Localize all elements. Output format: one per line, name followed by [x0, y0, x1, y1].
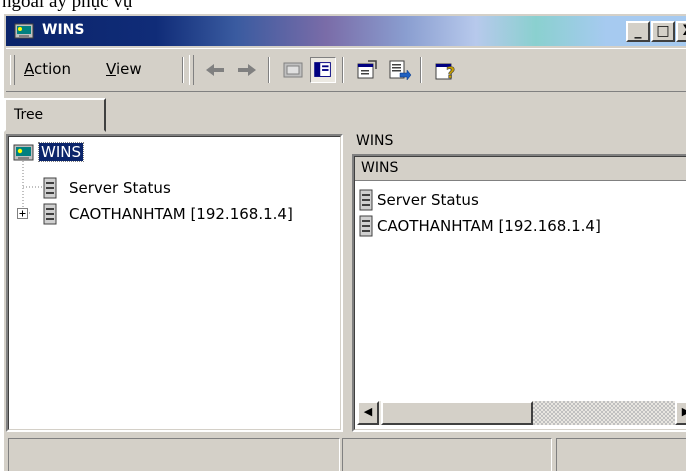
status-cell-3	[556, 438, 686, 471]
status-cell-2	[342, 438, 552, 471]
horizontal-scrollbar[interactable]: ◀ ▶	[357, 401, 686, 425]
caption-text: ngoài ấy phục vụ	[2, 0, 133, 12]
close-button[interactable]: X	[676, 21, 686, 42]
toolbar-separator	[182, 57, 184, 83]
tree-item-server-status[interactable]: Server Status	[69, 179, 171, 197]
details-header: WINS	[356, 133, 394, 149]
caption-strip: ngoài ấy phục vụ	[0, 0, 686, 12]
mmc-window: WINS _ □ X Action View	[2, 12, 686, 471]
tab-tree[interactable]: Tree	[4, 98, 106, 132]
status-bar	[4, 434, 686, 471]
scroll-track[interactable]	[533, 401, 686, 425]
toolbar-separator	[342, 57, 344, 83]
menu-action[interactable]: Action	[24, 60, 71, 78]
tree-root-wins[interactable]: WINS	[38, 142, 84, 162]
forward-arrow-icon[interactable]	[234, 57, 260, 83]
export-list-icon[interactable]	[386, 57, 412, 83]
toolbar-separator	[268, 57, 270, 83]
back-arrow-icon[interactable]	[202, 57, 228, 83]
tree-item-caothanhtam[interactable]: CAOTHANHTAM [192.168.1.4]	[69, 205, 293, 223]
title-bar[interactable]: WINS _ □ X	[6, 16, 686, 46]
wins-app-icon	[14, 23, 34, 39]
window-title: WINS	[42, 22, 85, 38]
list-item-caothanhtam[interactable]: CAOTHANHTAM [192.168.1.4]	[377, 217, 601, 235]
server-icon	[43, 177, 57, 199]
server-icon	[359, 189, 373, 211]
wins-app-icon	[13, 144, 34, 161]
scroll-thumb[interactable]	[381, 401, 533, 425]
toolbar-grip-2[interactable]	[189, 55, 194, 85]
toolbar: Action View ?	[6, 48, 686, 92]
toolbar-separator	[420, 57, 422, 83]
expand-plus-icon[interactable]	[17, 208, 28, 219]
scroll-left-button[interactable]: ◀	[357, 401, 379, 425]
details-pane[interactable]: WINS Server Status CAOTHANHTAM [192.168.…	[352, 154, 686, 432]
list-item-server-status[interactable]: Server Status	[377, 191, 479, 209]
menu-action-rest: ction	[34, 60, 71, 78]
server-icon	[359, 215, 373, 237]
toolbar-grip[interactable]	[10, 55, 15, 85]
status-cell-1	[8, 438, 340, 471]
column-header-wins[interactable]: WINS	[355, 157, 686, 181]
properties-icon[interactable]	[354, 57, 380, 83]
server-icon	[43, 203, 57, 225]
tree-pane[interactable]: WINS Server Status CAOTHANHTAM [192.168.…	[6, 134, 343, 432]
show-hide-tree-icon[interactable]	[310, 57, 336, 83]
maximize-button[interactable]: □	[651, 21, 675, 42]
up-level-icon[interactable]	[280, 57, 306, 83]
scroll-right-button[interactable]: ▶	[675, 401, 686, 425]
svg-text:?: ?	[446, 63, 455, 82]
help-icon[interactable]: ?	[432, 57, 458, 83]
menu-view[interactable]: View	[106, 60, 142, 78]
menu-view-rest: iew	[115, 60, 142, 78]
minimize-button[interactable]: _	[626, 21, 650, 42]
